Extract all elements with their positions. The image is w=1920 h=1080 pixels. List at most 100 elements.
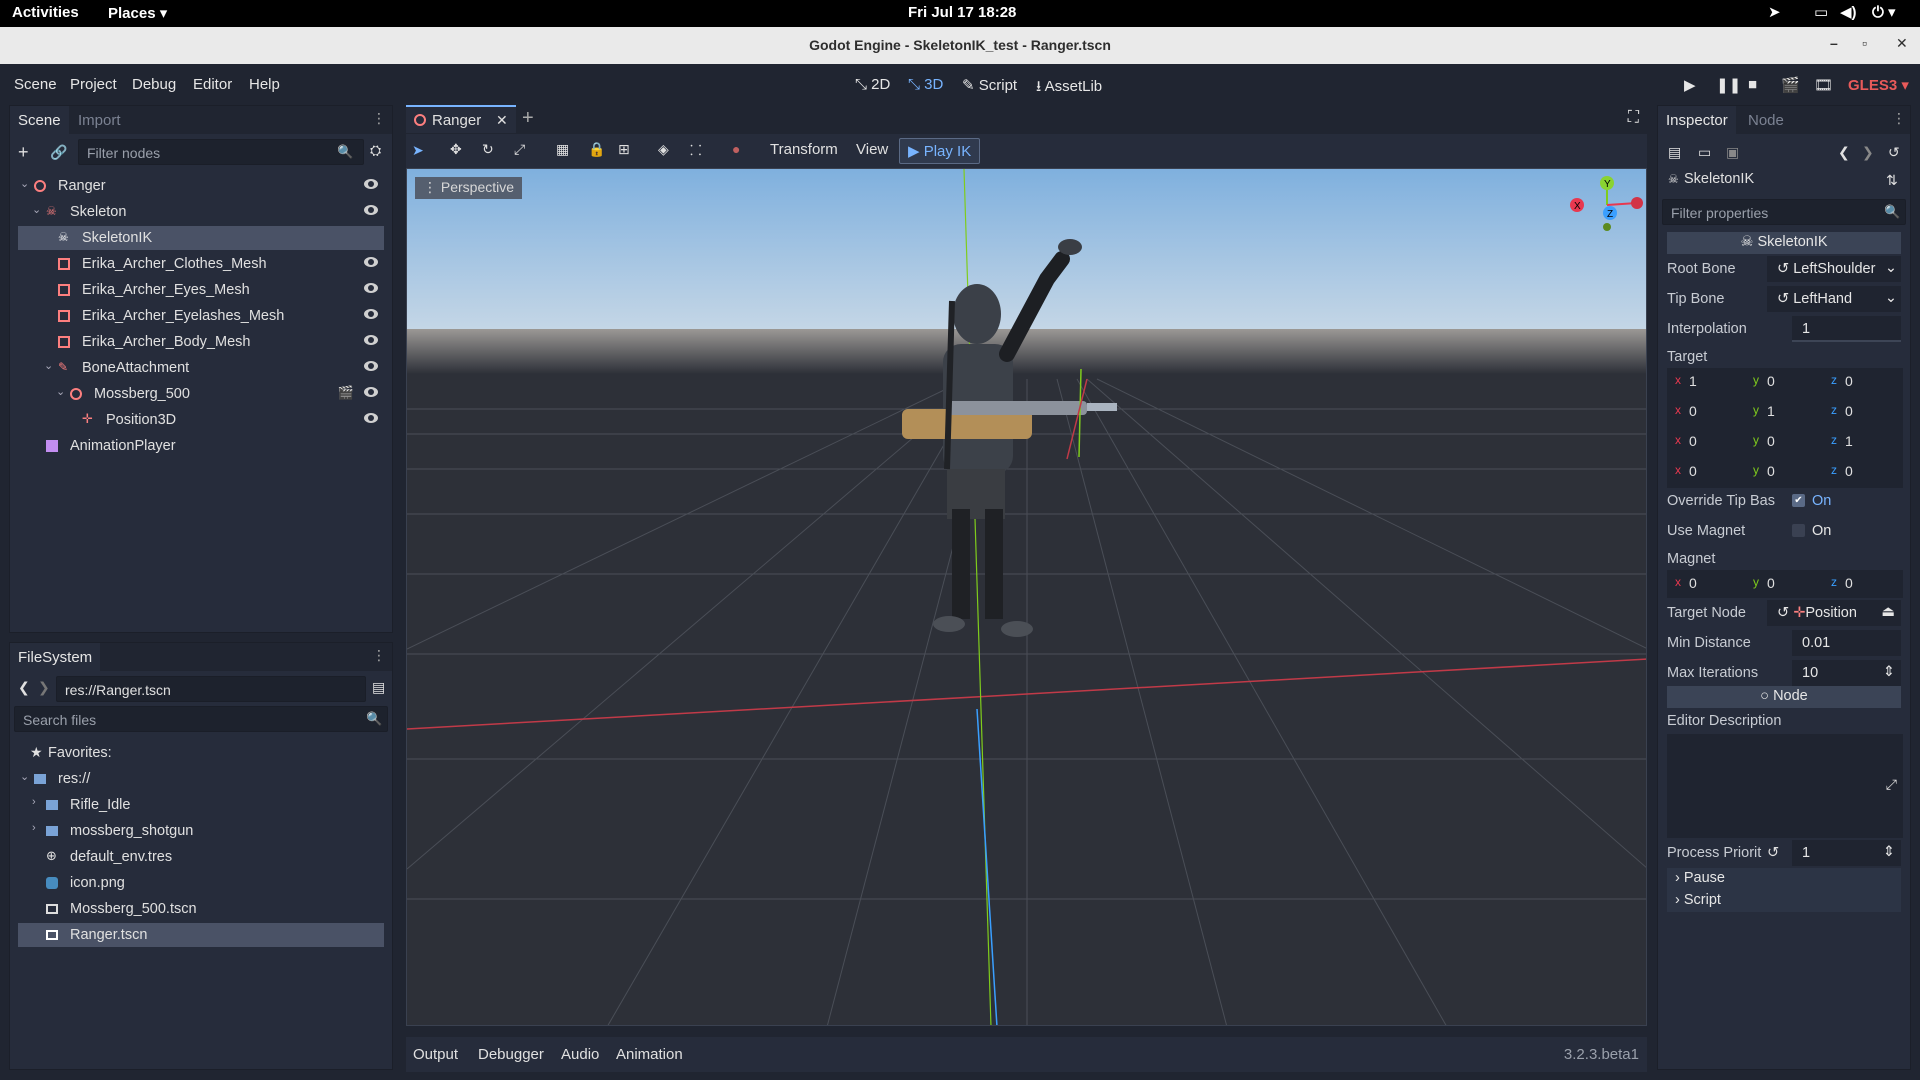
prop-tip-bone[interactable]: Tip Bone ↺ LeftHand ⌄ [1667,286,1901,312]
history-icon[interactable]: ↺ [1888,144,1900,161]
visibility-eye-icon[interactable] [364,335,378,345]
revert-icon[interactable]: ↺ [1777,261,1793,277]
maximize-icon[interactable]: ▫ [1862,35,1867,51]
view-menu[interactable]: View [856,141,888,158]
prop-root-bone[interactable]: Root Bone ↺ LeftShoulder ⌄ [1667,256,1901,282]
attach-script-icon[interactable]: ⛭ [370,142,381,159]
camera-override-icon[interactable]: ● [732,141,740,157]
menu-project[interactable]: Project [70,76,117,93]
target-row-1[interactable]: x1 y0 z0 [1667,368,1903,394]
inspected-node-name[interactable]: SkeletonIK [1684,171,1754,187]
expand-icon[interactable]: ⤢ [1886,776,1897,793]
tab-scene[interactable]: Scene [10,106,69,134]
lock-icon[interactable]: 🔒 [588,141,605,158]
visibility-eye-icon[interactable] [364,179,378,189]
fs-folder-mossberg-shotgun[interactable]: › mossberg_shotgun [18,819,384,843]
fs-file-ranger-scene[interactable]: Ranger.tscn [18,923,384,947]
window-icon[interactable]: ▭ [1814,3,1828,21]
visibility-eye-icon[interactable] [364,387,378,397]
chevron-right-icon[interactable]: › [32,796,36,808]
new-resource-icon[interactable]: ▤ [1668,144,1681,161]
link-icon[interactable]: 🔗 [50,144,67,161]
tree-node-body-mesh[interactable]: Erika_Archer_Body_Mesh [18,330,384,354]
distraction-free-icon[interactable]: ⛶ [1628,109,1639,127]
spinner-icon[interactable]: ⇕ [1883,664,1895,680]
close-icon[interactable]: ✕ [1896,35,1908,52]
clear-icon[interactable]: ⏏ [1881,604,1895,620]
chevron-down-icon[interactable]: ⌄ [32,203,41,216]
prop-target-node[interactable]: Target Node ↺ ✛Position ⏏ [1667,600,1901,626]
magnet-vector-editor[interactable]: x0 y0 z0 [1667,570,1903,598]
move-tool-icon[interactable]: ✥ [450,141,462,158]
prop-min-distance[interactable]: Min Distance 0.01 [1667,630,1901,656]
tree-node-eyelashes-mesh[interactable]: Erika_Archer_Eyelashes_Mesh [18,304,384,328]
target-row-origin[interactable]: x0 y0 z0 [1667,458,1903,484]
tree-node-position3d[interactable]: ✛ Position3D [18,408,384,432]
add-node-icon[interactable]: + [18,142,29,163]
split-view-icon[interactable]: ▤ [372,679,385,696]
play-scene-icon[interactable]: 🎬 [1781,76,1800,94]
menu-help[interactable]: Help [249,76,280,93]
play-ik-button[interactable]: ▶ Play IK [899,138,981,164]
chevron-right-icon[interactable]: › [32,822,36,834]
rotate-tool-icon[interactable]: ↻ [482,141,494,158]
tab-debugger[interactable]: Debugger [478,1046,544,1063]
menu-scene[interactable]: Scene [14,76,57,93]
scale-tool-icon[interactable]: ⤢ [514,141,525,158]
pause-section[interactable]: › Pause [1667,868,1901,890]
pause-icon[interactable]: ❚❚ [1716,76,1741,94]
back-icon[interactable]: ❮ [18,679,30,696]
tab-animation[interactable]: Animation [616,1046,683,1063]
revert-icon[interactable]: ↺ [1777,291,1793,307]
minimize-icon[interactable]: – [1830,35,1838,51]
tab-audio[interactable]: Audio [561,1046,599,1063]
prop-override-tip-basis[interactable]: Override Tip Bas ✔ On [1667,488,1901,514]
axis-gizmo[interactable]: Y X Z [1567,175,1647,235]
close-tab-icon[interactable]: ✕ [496,112,508,129]
tree-node-mossberg[interactable]: ⌄ Mossberg_500 🎬 [18,382,384,406]
menu-editor[interactable]: Editor [193,76,232,93]
checkbox-unchecked-icon[interactable] [1792,524,1805,537]
visibility-eye-icon[interactable] [364,361,378,371]
workspace-3d-button[interactable]: ⤡ 3D [908,76,943,93]
filter-properties-input[interactable]: Filter properties [1662,199,1906,225]
list-select-icon[interactable]: ▦ [556,141,569,158]
target-row-3[interactable]: x0 y0 z1 [1667,428,1903,454]
snap-icon[interactable]: ⸬ [690,141,702,160]
select-tool-icon[interactable]: ➤ [412,142,424,159]
prop-max-iterations[interactable]: Max Iterations 10 ⇕ [1667,660,1901,686]
target-row-2[interactable]: x0 y1 z0 [1667,398,1903,424]
forward-icon[interactable]: ❯ [38,679,50,696]
editor-description-textarea[interactable]: ⤢ [1667,734,1903,838]
scene-tab-ranger[interactable]: Ranger ✕ [406,105,516,133]
chevron-down-icon[interactable]: ⌄ [56,385,65,398]
target-transform-editor[interactable]: x1 y0 z0 x0 y1 z0 x0 y0 z1 x0 y0 z0 [1667,368,1903,488]
search-files-input[interactable]: Search files [14,706,388,732]
save-icon[interactable]: ▣ [1726,144,1739,161]
tab-output[interactable]: Output [413,1046,458,1063]
tree-node-boneattachment[interactable]: ⌄ ✎ BoneAttachment [18,356,384,380]
history-back-icon[interactable]: ❮ [1838,144,1850,161]
places-menu[interactable]: Places ▾ [108,4,167,22]
chevron-down-icon[interactable]: ⌄ [44,359,53,372]
tab-import[interactable]: Import [70,106,129,134]
object-properties-icon[interactable]: ⇅ [1886,172,1898,189]
workspace-assetlib-button[interactable]: ⭳ AssetLib [1036,76,1102,101]
path-field[interactable]: res://Ranger.tscn [56,676,366,702]
fs-file-mossberg-scene[interactable]: Mossberg_500.tscn [18,897,384,921]
workspace-script-button[interactable]: ✎ Script [962,76,1017,94]
3d-viewport[interactable]: ⋮ Perspective Y X Z [406,168,1647,1026]
chevron-down-icon[interactable]: ⌄ [20,770,29,783]
group-icon[interactable]: ⊞ [618,141,630,158]
visibility-eye-icon[interactable] [364,257,378,267]
telegram-icon[interactable]: ➤ [1768,3,1781,21]
tree-node-skeletonik[interactable]: ☠ SkeletonIK [18,226,384,250]
activities-button[interactable]: Activities [12,4,79,21]
new-tab-icon[interactable]: + [522,107,534,130]
tree-node-skeleton[interactable]: ⌄ ☠ Skeleton [18,200,384,224]
tree-node-animationplayer[interactable]: AnimationPlayer [18,434,384,458]
fs-res-root[interactable]: ⌄ res:// [18,767,384,791]
visibility-eye-icon[interactable] [364,205,378,215]
dock-menu-icon[interactable]: ⋮ [372,647,386,664]
fs-folder-rifle-idle[interactable]: › Rifle_Idle [18,793,384,817]
